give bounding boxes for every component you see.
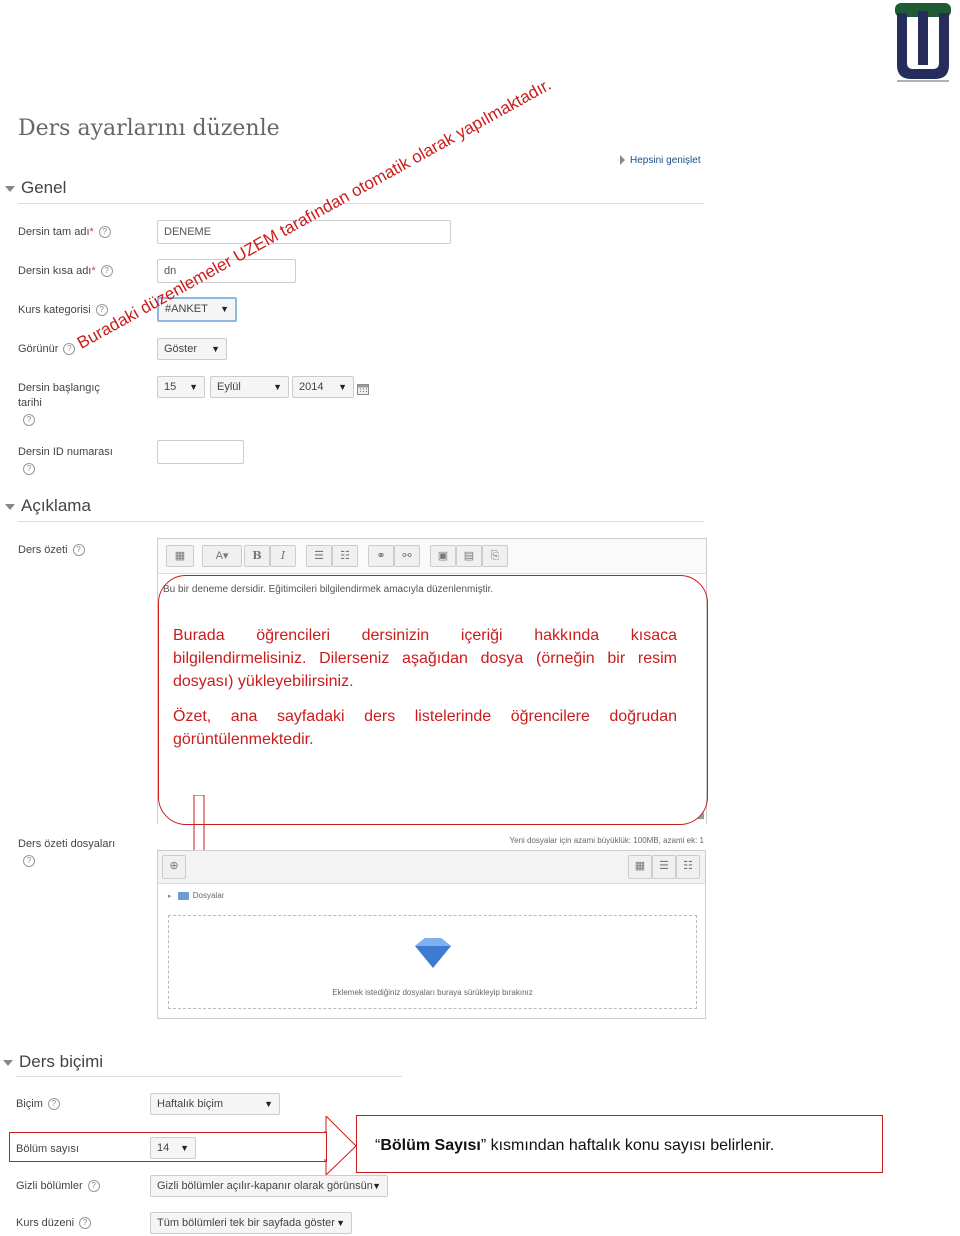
dropdown-arrow-icon: ▼ <box>220 304 229 314</box>
visible-label: Görünür? <box>18 343 76 356</box>
section-general-header[interactable]: Genel <box>5 178 66 198</box>
startdate-year-select[interactable]: 2014 ▼ <box>292 376 354 398</box>
coursedisplay-label: Kurs düzeni? <box>16 1217 92 1230</box>
italic-icon[interactable]: I <box>270 545 296 567</box>
visible-select[interactable]: Göster ▼ <box>157 338 227 360</box>
collapse-caret-icon <box>5 503 15 510</box>
shortname-label: Dersin kısa adı*? <box>18 265 113 278</box>
expand-all-link[interactable]: Hepsini genişlet <box>620 155 701 166</box>
startdate-label: Dersin başlangıç tarihi ? <box>18 382 100 426</box>
dropdown-arrow-icon: ▼ <box>336 1218 345 1228</box>
expand-triangle-icon: ▸ <box>168 893 172 900</box>
section-divider <box>18 521 704 522</box>
collapse-caret-icon <box>5 185 15 192</box>
help-icon[interactable]: ? <box>23 855 35 867</box>
font-style-icon[interactable]: A▾ <box>202 545 242 567</box>
idnumber-label: Dersin ID numarası ? <box>18 446 113 475</box>
unlink-icon[interactable]: ⚯ <box>394 545 420 567</box>
file-drop-zone[interactable]: Eklemek istediğiniz dosyaları buraya sür… <box>168 915 697 1009</box>
dropdown-arrow-icon: ▼ <box>264 1099 273 1109</box>
summary-callout-text: Burada öğrencileri dersinizin içeriği ha… <box>173 627 677 748</box>
right-arrow-annotation-icon <box>324 1114 358 1181</box>
folder-path[interactable]: ▸ Dosyalar <box>168 891 224 900</box>
dropdown-arrow-icon: ▼ <box>273 382 282 392</box>
section-divider <box>18 203 704 204</box>
dropdown-arrow-icon: ▼ <box>180 1143 189 1153</box>
hiddensections-label: Gizli bölümler? <box>16 1180 100 1193</box>
help-icon[interactable]: ? <box>79 1217 92 1230</box>
hiddensections-select[interactable]: Gizli bölümler açılır-kapanır olarak gör… <box>150 1175 388 1197</box>
collapse-caret-icon <box>3 1059 13 1066</box>
numbered-list-icon[interactable]: ☷ <box>332 545 358 567</box>
file-limit-note: Yeni dosyalar için azami büyüklük: 100MB… <box>509 836 704 845</box>
dropdown-arrow-icon: ▼ <box>189 382 198 392</box>
calendar-icon[interactable] <box>357 382 369 395</box>
section-format-header[interactable]: Ders biçimi <box>3 1052 103 1072</box>
help-icon[interactable]: ? <box>95 304 108 317</box>
startdate-day-select[interactable]: 15 ▼ <box>157 376 205 398</box>
help-icon[interactable]: ? <box>23 463 35 475</box>
summary-files-label: Ders özeti dosyaları ? <box>18 838 116 867</box>
tree-view-icon[interactable]: ☷ <box>676 855 700 879</box>
help-icon[interactable]: ? <box>47 1098 60 1111</box>
help-icon[interactable]: ? <box>98 226 111 239</box>
format-select[interactable]: Haftalık biçim ▼ <box>150 1093 280 1115</box>
bold-icon[interactable]: B <box>244 545 270 567</box>
image-icon[interactable]: ▣ <box>430 545 456 567</box>
numsections-callout-text: “Bölüm Sayısı” kısmından haftalık konu s… <box>375 1137 775 1154</box>
summary-label: Ders özeti? <box>18 544 85 557</box>
help-icon[interactable]: ? <box>100 265 113 278</box>
bullet-list-icon[interactable]: ☰ <box>306 545 332 567</box>
dropdown-arrow-icon: ▼ <box>211 344 220 354</box>
category-label: Kurs kategorisi? <box>18 304 108 317</box>
fullname-label: Dersin tam adı*? <box>18 226 111 239</box>
grid-view-icon[interactable]: ▦ <box>628 855 652 879</box>
manage-files-icon[interactable]: ⎘ <box>482 545 508 567</box>
coursedisplay-select[interactable]: Tüm bölümleri tek bir sayfada göster ▼ <box>150 1212 352 1234</box>
numsections-select[interactable]: 14 ▼ <box>150 1137 196 1159</box>
list-view-icon[interactable]: ☰ <box>652 855 676 879</box>
startdate-month-select[interactable]: Eylül ▼ <box>210 376 289 398</box>
dropdown-arrow-icon: ▼ <box>338 382 347 392</box>
idnumber-input[interactable] <box>157 440 244 464</box>
help-icon[interactable]: ? <box>63 343 76 356</box>
page-title: Ders ayarlarını düzenle <box>18 116 280 141</box>
expand-triangle-icon <box>620 155 625 166</box>
file-manager-toolbar: ⊕ ▦ ☰ ☷ <box>158 851 705 884</box>
add-file-icon[interactable]: ⊕ <box>162 855 186 879</box>
help-icon[interactable]: ? <box>87 1180 100 1193</box>
folder-icon <box>177 891 189 900</box>
link-icon[interactable]: ⚭ <box>368 545 394 567</box>
format-label: Biçim? <box>16 1098 60 1111</box>
numsections-label: Bölüm sayısı <box>16 1143 79 1155</box>
university-logo <box>893 3 953 83</box>
help-icon[interactable]: ? <box>23 414 35 426</box>
drop-arrow-icon <box>415 938 451 975</box>
file-manager[interactable]: ⊕ ▦ ☰ ☷ ▸ Dosyalar Eklemek istediğiniz d… <box>157 850 706 1019</box>
help-icon[interactable]: ? <box>72 544 85 557</box>
dropdown-arrow-icon: ▼ <box>372 1181 381 1191</box>
media-icon[interactable]: ▤ <box>456 545 482 567</box>
toolbar-toggle-icon[interactable]: ▦ <box>166 545 194 567</box>
section-divider <box>16 1076 402 1077</box>
drop-hint-text: Eklemek istediğiniz dosyaları buraya sür… <box>332 988 533 997</box>
numsections-callout-box: “Bölüm Sayısı” kısmından haftalık konu s… <box>356 1115 883 1173</box>
section-description-header[interactable]: Açıklama <box>5 496 91 516</box>
